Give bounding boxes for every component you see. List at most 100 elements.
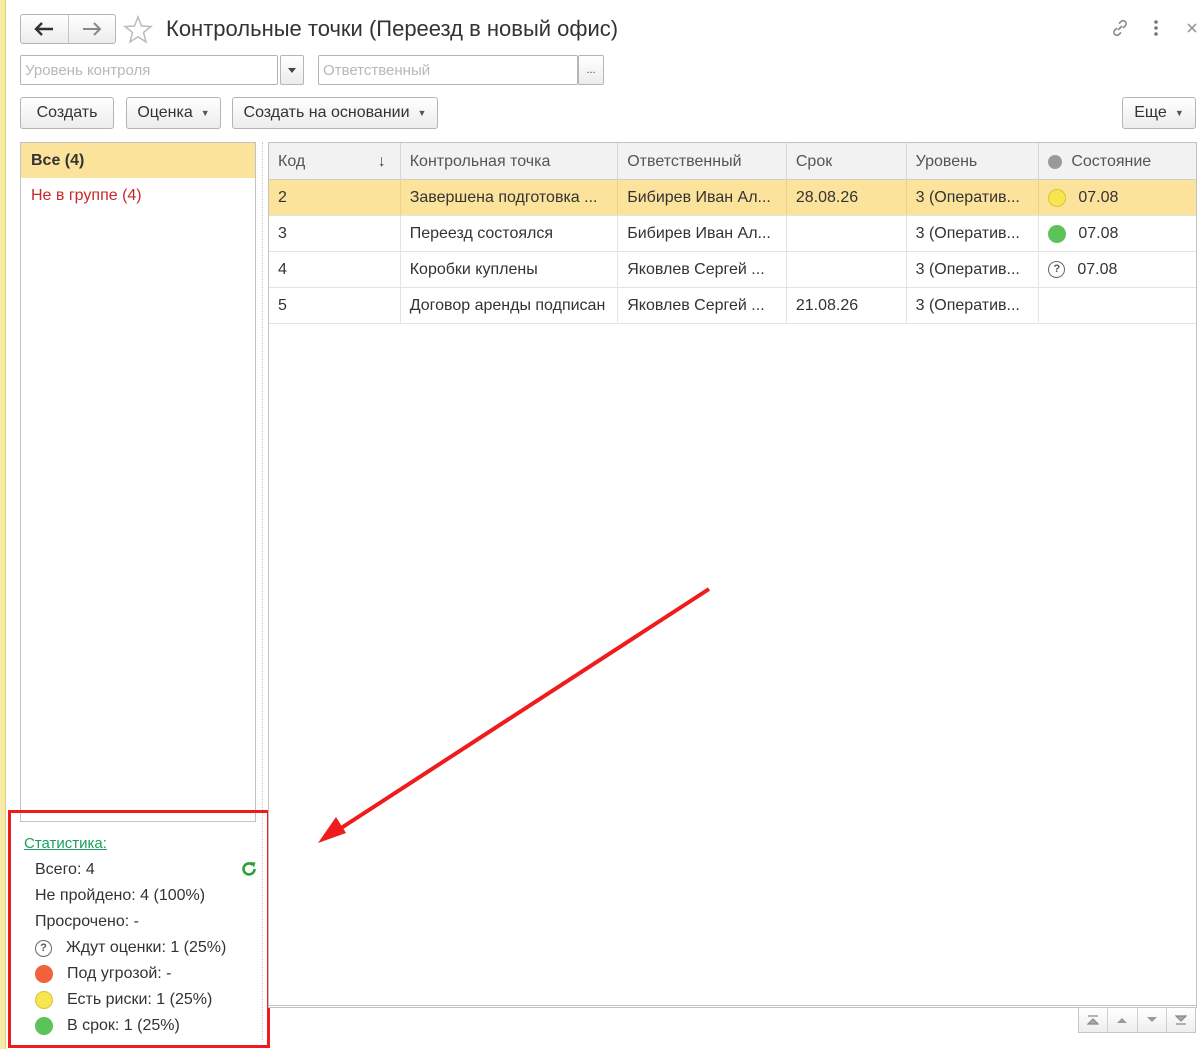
cell-level: 3 (Оператив... [907, 288, 1040, 323]
responsible-input[interactable] [319, 56, 577, 84]
scroll-top-button[interactable] [1079, 1008, 1109, 1032]
cell-point: Договор аренды подписан [401, 288, 619, 323]
question-icon: ? [1048, 261, 1066, 278]
column-header-code[interactable]: Код ↓ [269, 143, 401, 180]
question-icon: ? [35, 939, 52, 957]
refresh-icon[interactable] [239, 859, 259, 879]
cell-code: 5 [269, 288, 401, 323]
green-dot-icon [35, 1017, 53, 1035]
chevron-down-icon [288, 67, 296, 73]
table-scroll-buttons [1078, 1007, 1196, 1033]
groups-list: Все (4) Не в группе (4) [20, 142, 256, 822]
create-button[interactable]: Создать [20, 97, 114, 129]
scroll-up-icon [1117, 1018, 1128, 1023]
red-dot-icon [35, 965, 53, 983]
column-header-code-label: Код [278, 153, 306, 170]
control-level-input[interactable] [21, 56, 277, 84]
cell-state: 07.08 [1039, 180, 1196, 215]
scroll-down-icon [1146, 1017, 1157, 1022]
stat-risks-label: Есть риски: 1 (25%) [67, 991, 213, 1008]
create-button-label: Создать [36, 104, 98, 121]
cell-deadline: 21.08.26 [787, 288, 907, 323]
forward-arrow-icon [82, 22, 102, 36]
cell-state: 07.08 [1039, 216, 1196, 251]
navigation-buttons [20, 14, 116, 44]
cell-responsible: Бибирев Иван Ал... [618, 216, 787, 251]
scroll-bottom-icon [1174, 1015, 1187, 1025]
control-points-table: Код ↓ Контрольная точка Ответственный Сро… [268, 142, 1197, 1008]
cell-point: Переезд состоялся [401, 216, 619, 251]
statistics-link[interactable]: Статистика: [24, 835, 107, 852]
scroll-bottom-button[interactable] [1167, 1008, 1195, 1032]
back-button[interactable] [21, 15, 68, 43]
stat-not-passed: Не пройдено: 4 (100%) [35, 887, 206, 904]
column-header-level[interactable]: Уровень [907, 143, 1040, 180]
responsible-field[interactable] [318, 55, 578, 85]
cell-responsible: Бибирев Иван Ал... [618, 180, 787, 215]
create-based-on-button[interactable]: Создать на основании ▼ [232, 97, 438, 129]
cell-deadline [787, 216, 907, 251]
cell-state: ? 07.08 [1039, 252, 1196, 287]
group-item-ungrouped[interactable]: Не в группе (4) [21, 178, 255, 214]
column-header-point[interactable]: Контрольная точка [401, 143, 619, 180]
stat-total: Всего: 4 [35, 861, 95, 878]
cell-state-date: 07.08 [1078, 189, 1119, 206]
stat-overdue: Просрочено: - [35, 913, 139, 930]
stat-awaiting: ? Ждут оценки: 1 (25%) [35, 939, 226, 957]
rate-button-label: Оценка [137, 104, 193, 121]
cell-state-date: 07.08 [1077, 261, 1118, 278]
cell-deadline [787, 252, 907, 287]
more-button-label: Еще [1134, 104, 1167, 121]
state-header-dot-icon [1048, 154, 1063, 169]
dropdown-arrow-icon: ▼ [200, 108, 210, 118]
back-arrow-icon [34, 22, 54, 36]
page-title: Контрольные точки (Переезд в новый офис) [166, 16, 619, 41]
scroll-up-button[interactable] [1108, 1008, 1138, 1032]
table-row[interactable]: 4 Коробки куплены Яковлев Сергей ... 3 (… [269, 252, 1196, 288]
scroll-top-icon [1087, 1015, 1100, 1025]
table-row[interactable]: 2 Завершена подготовка ... Бибирев Иван … [269, 180, 1196, 216]
link-icon[interactable] [1108, 16, 1132, 40]
control-level-field[interactable] [20, 55, 278, 85]
window-left-edge [0, 0, 6, 1049]
group-item-all[interactable]: Все (4) [21, 143, 255, 178]
cell-code: 4 [269, 252, 401, 287]
cell-code: 2 [269, 180, 401, 215]
cell-point: Завершена подготовка ... [401, 180, 619, 215]
cell-level: 3 (Оператив... [907, 180, 1040, 215]
forward-button[interactable] [67, 15, 116, 43]
column-header-responsible[interactable]: Ответственный [618, 143, 787, 180]
favorite-star-icon[interactable] [122, 14, 154, 46]
column-header-state[interactable]: Состояние [1039, 143, 1196, 180]
table-row[interactable]: 3 Переезд состоялся Бибирев Иван Ал... 3… [269, 216, 1196, 252]
column-header-deadline[interactable]: Срок [787, 143, 907, 180]
table-row[interactable]: 5 Договор аренды подписан Яковлев Сергей… [269, 288, 1196, 324]
cell-point: Коробки куплены [401, 252, 619, 287]
statistics-panel: Статистика: Всего: 4 Не пройдено: 4 (100… [8, 810, 270, 1048]
yellow-dot-icon [1048, 188, 1067, 207]
cell-responsible: Яковлев Сергей ... [618, 252, 787, 287]
cell-level: 3 (Оператив... [907, 252, 1040, 287]
create-based-on-label: Создать на основании [243, 104, 410, 121]
yellow-dot-icon [35, 991, 53, 1009]
more-vertical-icon[interactable] [1144, 16, 1168, 40]
responsible-select-button[interactable]: ... [578, 55, 604, 85]
table-header: Код ↓ Контрольная точка Ответственный Сро… [269, 143, 1196, 180]
stat-threatened: Под угрозой: - [35, 965, 172, 983]
stat-threatened-label: Под угрозой: - [67, 965, 172, 982]
dropdown-arrow-icon: ▼ [1174, 108, 1184, 118]
control-level-dropdown-button[interactable] [280, 55, 304, 85]
stat-risks: Есть риски: 1 (25%) [35, 991, 212, 1009]
scroll-down-button[interactable] [1138, 1008, 1167, 1032]
green-dot-icon [1048, 224, 1067, 243]
window-actions [1108, 16, 1204, 40]
cell-deadline: 28.08.26 [787, 180, 907, 215]
title-bar: Контрольные точки (Переезд в новый офис) [6, 0, 1204, 56]
dropdown-arrow-icon: ▼ [417, 108, 427, 118]
rate-button[interactable]: Оценка ▼ [126, 97, 221, 129]
stat-awaiting-label: Ждут оценки: 1 (25%) [66, 939, 227, 956]
close-icon[interactable] [1180, 16, 1204, 40]
sort-arrow-icon: ↓ [377, 153, 386, 170]
cell-level: 3 (Оператив... [907, 216, 1040, 251]
more-button[interactable]: Еще ▼ [1122, 97, 1196, 129]
